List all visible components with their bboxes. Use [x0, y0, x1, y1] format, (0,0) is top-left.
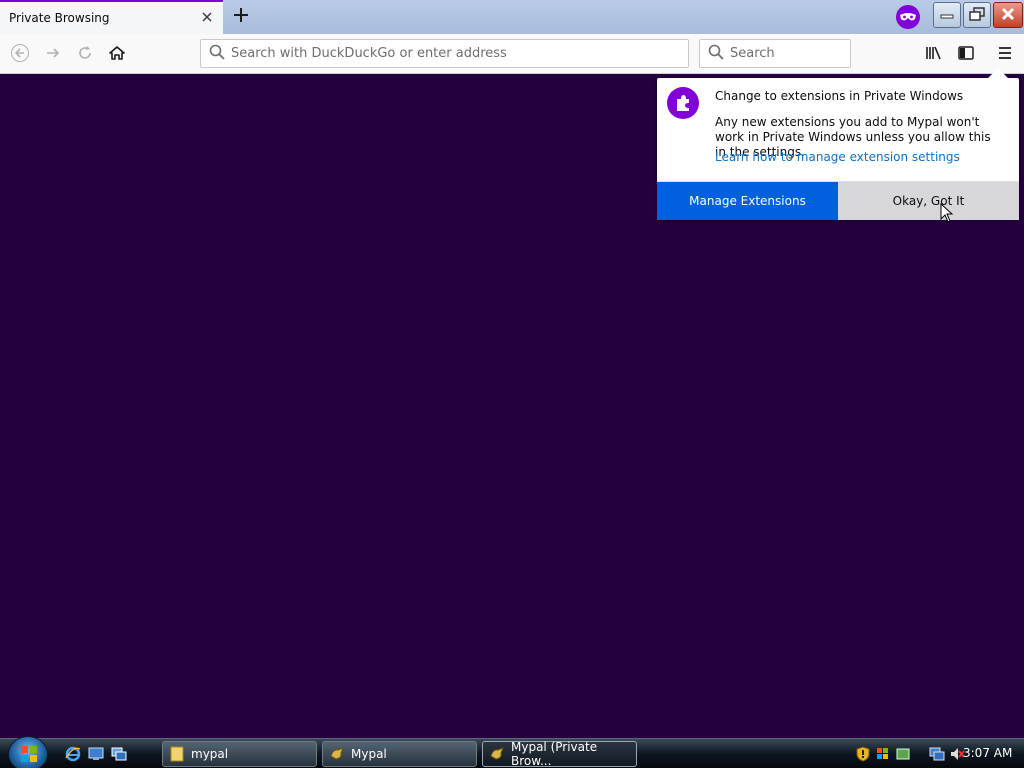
close-icon — [1001, 7, 1015, 24]
url-bar[interactable] — [200, 39, 689, 68]
menu-button[interactable] — [993, 42, 1017, 66]
sidebar-icon — [958, 45, 974, 63]
forward-arrow-icon — [45, 45, 61, 64]
reload-icon — [77, 45, 93, 64]
learn-more-link[interactable]: Learn how to manage extension settings — [715, 150, 960, 164]
tab-title: Private Browsing — [9, 11, 110, 25]
restore-button[interactable] — [963, 2, 991, 28]
forward-button[interactable] — [41, 42, 65, 66]
hamburger-menu-icon — [997, 46, 1013, 63]
window-controls — [933, 2, 1023, 30]
taskbar-item-mypal[interactable]: Mypal — [322, 741, 477, 767]
tab-strip: Private Browsing — [0, 0, 1024, 34]
okay-got-it-button[interactable]: Okay, Got It — [838, 182, 1019, 220]
sidebar-button[interactable] — [954, 42, 978, 66]
home-button[interactable] — [105, 42, 129, 66]
taskbar-item-label: mypal — [191, 747, 229, 761]
taskbar-item-label: Mypal — [351, 747, 387, 761]
windows-start-icon[interactable] — [8, 736, 48, 768]
url-input[interactable] — [231, 46, 688, 61]
back-arrow-icon — [11, 43, 29, 65]
taskbar-item-label: Mypal (Private Brow... — [511, 740, 598, 768]
folder-icon — [169, 746, 185, 762]
network-icon[interactable] — [929, 746, 945, 762]
navigation-toolbar — [0, 34, 1024, 74]
search-icon — [209, 44, 225, 63]
back-button[interactable] — [8, 42, 32, 66]
mypal-icon — [329, 746, 345, 762]
taskbar-item-mypal-folder[interactable]: mypal — [162, 741, 317, 767]
switch-windows-icon[interactable] — [110, 745, 128, 763]
ie-icon[interactable] — [64, 745, 82, 763]
taskbar-clock[interactable]: 3:07 AM — [963, 746, 1012, 760]
tab-private-browsing[interactable]: Private Browsing — [0, 0, 223, 34]
minimize-button[interactable] — [933, 2, 961, 28]
minimize-icon — [940, 8, 954, 23]
library-icon — [925, 45, 943, 64]
mouse-cursor-icon — [940, 202, 954, 223]
search-input[interactable] — [730, 46, 850, 61]
shield-icon[interactable] — [855, 746, 871, 762]
popup-title: Change to extensions in Private Windows — [715, 89, 964, 103]
restore-icon — [969, 6, 985, 24]
private-mask-icon — [896, 5, 920, 29]
taskbar-item-mypal-private[interactable]: Mypal (Private Brow... — [482, 740, 637, 768]
home-icon — [109, 45, 125, 64]
search-icon — [708, 44, 724, 63]
puzzle-icon — [667, 87, 699, 119]
extensions-private-notification: Change to extensions in Private Windows … — [657, 68, 1019, 220]
search-bar[interactable] — [699, 39, 851, 68]
windows-update-icon[interactable] — [895, 746, 911, 762]
reload-button[interactable] — [73, 42, 97, 66]
taskbar: mypal Mypal Mypal (Private Brow... 3:07 … — [0, 736, 1024, 768]
library-button[interactable] — [922, 42, 946, 66]
show-desktop-icon[interactable] — [87, 745, 105, 763]
plus-icon — [233, 7, 249, 26]
new-tab-button[interactable] — [230, 5, 252, 27]
manage-extensions-button[interactable]: Manage Extensions — [657, 182, 838, 220]
close-window-button[interactable] — [993, 2, 1023, 28]
system-tray — [855, 743, 965, 765]
mypal-icon — [489, 746, 505, 762]
close-icon[interactable] — [199, 9, 215, 25]
security-flag-icon[interactable] — [875, 746, 891, 762]
popup-button-row: Manage Extensions Okay, Got It — [657, 181, 1019, 220]
